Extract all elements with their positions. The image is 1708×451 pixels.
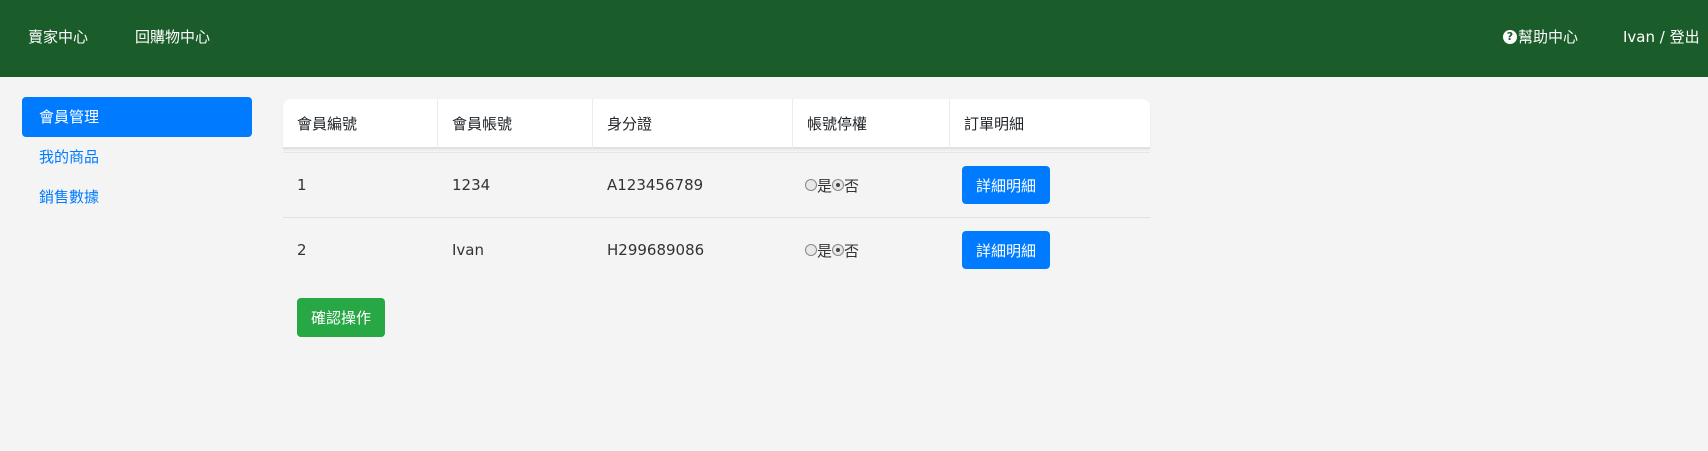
top-navbar: 賣家中心 回購物中心 ? 幫助中心 Ivan / 登出: [0, 0, 1708, 77]
member-account-cell: 1234: [452, 176, 491, 194]
column-header: 訂單明細: [964, 115, 1025, 133]
confirm-action-button[interactable]: 確認操作: [297, 298, 386, 337]
column-header: 帳號停權: [793, 99, 950, 149]
suspend-no-label: 否: [844, 176, 860, 195]
question-circle-icon: ?: [1503, 30, 1517, 44]
detail-button[interactable]: 詳細明細: [962, 166, 1051, 204]
suspend-radio-group: 是 否: [805, 175, 859, 196]
suspend-yes-label: 是: [817, 176, 833, 195]
table-header: 會員編號 會員帳號 身分證 帳號停權 訂單明細: [283, 99, 1150, 149]
national-id-cell: H299689086: [607, 241, 705, 259]
member-table: 會員編號 會員帳號 身分證 帳號停權 訂單明細 1 1234 A12345678…: [283, 99, 1150, 282]
nav-help-center[interactable]: ? 幫助中心: [1503, 27, 1578, 47]
help-center-label: 幫助中心: [1518, 28, 1579, 46]
suspend-radio-group: 是 否: [805, 240, 859, 261]
nav-seller-center[interactable]: 賣家中心: [28, 27, 88, 47]
detail-button[interactable]: 詳細明細: [962, 231, 1051, 269]
suspend-cell: 是 否: [793, 175, 950, 196]
member-id-cell: 2: [297, 241, 307, 259]
national-id-cell: A123456789: [607, 176, 704, 194]
column-header: 會員編號: [283, 99, 438, 149]
sidebar-item-sales-data[interactable]: 銷售數據: [22, 177, 252, 217]
nav-back-to-shop[interactable]: 回購物中心: [135, 27, 210, 47]
column-header: 會員帳號: [438, 99, 593, 149]
sidebar: 會員管理 我的商品 銷售數據: [22, 97, 252, 217]
sidebar-item-my-products[interactable]: 我的商品: [22, 137, 252, 177]
detail-cell: 詳細明細: [950, 231, 1150, 269]
table-row: 2 Ivan H299689086 是 否 詳細明細: [283, 217, 1150, 282]
member-account-cell: Ivan: [452, 241, 484, 259]
suspend-yes-radio[interactable]: [805, 244, 817, 256]
table-row: 1 1234 A123456789 是 否 詳細明細: [283, 152, 1150, 217]
member-id-cell: 1: [297, 176, 307, 194]
nav-user-logout[interactable]: Ivan / 登出: [1623, 27, 1700, 47]
suspend-no-radio[interactable]: [832, 179, 845, 191]
suspend-yes-label: 是: [817, 241, 833, 260]
suspend-cell: 是 否: [793, 240, 950, 261]
suspend-no-label: 否: [844, 241, 860, 260]
suspend-yes-radio[interactable]: [805, 179, 817, 191]
suspend-no-radio[interactable]: [832, 244, 845, 256]
detail-cell: 詳細明細: [950, 166, 1150, 204]
sidebar-item-member-management[interactable]: 會員管理: [22, 97, 252, 137]
column-header: 身分證: [593, 99, 793, 149]
